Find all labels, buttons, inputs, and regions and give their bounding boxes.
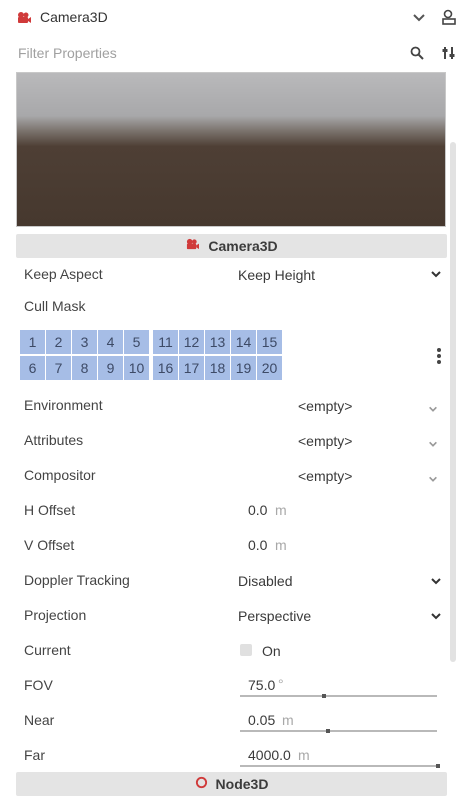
fov-value: 75.0 <box>248 677 276 693</box>
cull-layer-19[interactable]: 19 <box>231 356 256 380</box>
cull-layer-20[interactable]: 20 <box>257 356 282 380</box>
attributes-value: <empty> <box>298 433 353 449</box>
projection-label: Projection <box>24 607 87 623</box>
near-slider[interactable]: 0.05 m <box>240 708 440 736</box>
chevron-down-icon <box>430 267 442 283</box>
more-options-icon[interactable] <box>436 347 442 368</box>
compositor-resource-picker[interactable]: <empty> <box>292 464 446 488</box>
far-slider[interactable]: 4000.0 m <box>240 743 440 771</box>
compositor-label: Compositor <box>24 467 96 483</box>
compositor-value: <empty> <box>298 468 353 484</box>
h-offset-field[interactable]: 0.0 m <box>240 498 446 522</box>
cull-layer-4[interactable]: 4 <box>98 330 123 354</box>
far-slider-knob[interactable] <box>436 764 440 768</box>
section-camera3d[interactable]: Camera3D <box>16 234 447 258</box>
v-offset-field[interactable]: 0.0 m <box>240 533 446 557</box>
camera3d-icon <box>185 238 200 254</box>
cull-layer-3[interactable]: 3 <box>72 330 97 354</box>
h-offset-unit: m <box>275 502 287 518</box>
cull-layer-8[interactable]: 8 <box>72 356 97 380</box>
filter-properties-field[interactable] <box>8 38 432 68</box>
h-offset-value: 0.0 <box>248 502 268 518</box>
cull-layer-7[interactable]: 7 <box>46 356 71 380</box>
projection-value: Perspective <box>238 608 312 624</box>
filter-properties-input[interactable] <box>8 38 410 68</box>
environment-value: <empty> <box>298 398 353 414</box>
near-label: Near <box>24 712 55 728</box>
cull-layer-10[interactable]: 10 <box>124 356 149 380</box>
environment-label: Environment <box>24 397 103 413</box>
cull-layer-1[interactable]: 1 <box>20 330 45 354</box>
chevron-down-icon[interactable] <box>411 9 427 28</box>
cull-layer-17[interactable]: 17 <box>179 356 204 380</box>
near-value: 0.05 <box>248 712 276 728</box>
far-slider-track[interactable] <box>240 765 437 767</box>
inspector-scrollbar[interactable] <box>450 142 456 662</box>
cull-layer-14[interactable]: 14 <box>231 330 256 354</box>
fov-label: FOV <box>24 677 53 693</box>
doppler-tracking-value: Disabled <box>238 573 293 589</box>
cull-layer-16[interactable]: 16 <box>153 356 178 380</box>
camera3d-icon <box>16 11 32 28</box>
far-unit: m <box>298 747 310 763</box>
v-offset-value: 0.0 <box>248 537 268 553</box>
chevron-down-icon <box>428 436 438 452</box>
far-value: 4000.0 <box>248 747 291 763</box>
cull-layer-18[interactable]: 18 <box>205 356 230 380</box>
fov-slider-track[interactable] <box>240 695 437 697</box>
chevron-down-icon <box>430 574 442 590</box>
node3d-icon <box>195 776 208 792</box>
fov-slider[interactable]: 75.0 ° <box>240 673 440 701</box>
near-unit: m <box>282 712 294 728</box>
keep-aspect-value: Keep Height <box>238 267 316 283</box>
h-offset-label: H Offset <box>24 502 76 518</box>
cull-layer-12[interactable]: 12 <box>179 330 204 354</box>
doppler-tracking-label: Doppler Tracking <box>24 572 130 588</box>
section-node3d-label: Node3D <box>215 776 269 792</box>
property-tools-icon[interactable] <box>442 46 456 63</box>
open-docs-icon[interactable] <box>440 8 458 29</box>
search-icon <box>410 46 424 63</box>
cull-layer-5[interactable]: 5 <box>124 330 149 354</box>
camera-preview <box>16 72 446 227</box>
inspector-header: Camera3D <box>0 0 459 36</box>
current-value: On <box>262 643 281 659</box>
fov-slider-knob[interactable] <box>322 694 326 698</box>
current-label: Current <box>24 642 71 658</box>
near-slider-track[interactable] <box>240 730 437 732</box>
near-slider-knob[interactable] <box>326 729 330 733</box>
keep-aspect-dropdown[interactable]: Keep Height <box>232 262 446 286</box>
keep-aspect-label: Keep Aspect <box>24 266 103 282</box>
far-label: Far <box>24 747 45 763</box>
v-offset-label: V Offset <box>24 537 75 553</box>
fov-unit: ° <box>278 676 284 692</box>
cull-layer-9[interactable]: 9 <box>98 356 123 380</box>
chevron-down-icon <box>428 471 438 487</box>
chevron-down-icon <box>428 401 438 417</box>
cull-mask-label: Cull Mask <box>24 298 86 314</box>
checkbox-unchecked[interactable] <box>240 644 252 656</box>
doppler-tracking-dropdown[interactable]: Disabled <box>232 568 446 592</box>
section-camera3d-label: Camera3D <box>208 238 278 254</box>
projection-dropdown[interactable]: Perspective <box>232 603 446 627</box>
section-node3d[interactable]: Node3D <box>16 772 447 796</box>
cull-layer-13[interactable]: 13 <box>205 330 230 354</box>
attributes-label: Attributes <box>24 432 84 448</box>
cull-layer-6[interactable]: 6 <box>20 356 45 380</box>
cull-layer-2[interactable]: 2 <box>46 330 71 354</box>
cull-layer-15[interactable]: 15 <box>257 330 282 354</box>
current-checkbox[interactable]: On <box>238 640 338 662</box>
cull-mask-grid: 1 2 3 4 5 11 12 13 14 15 6 7 8 9 10 16 1… <box>20 330 282 382</box>
environment-resource-picker[interactable]: <empty> <box>292 394 446 418</box>
chevron-down-icon <box>430 609 442 625</box>
v-offset-unit: m <box>275 537 287 553</box>
cull-layer-11[interactable]: 11 <box>153 330 178 354</box>
attributes-resource-picker[interactable]: <empty> <box>292 429 446 453</box>
object-title[interactable]: Camera3D <box>40 9 108 25</box>
